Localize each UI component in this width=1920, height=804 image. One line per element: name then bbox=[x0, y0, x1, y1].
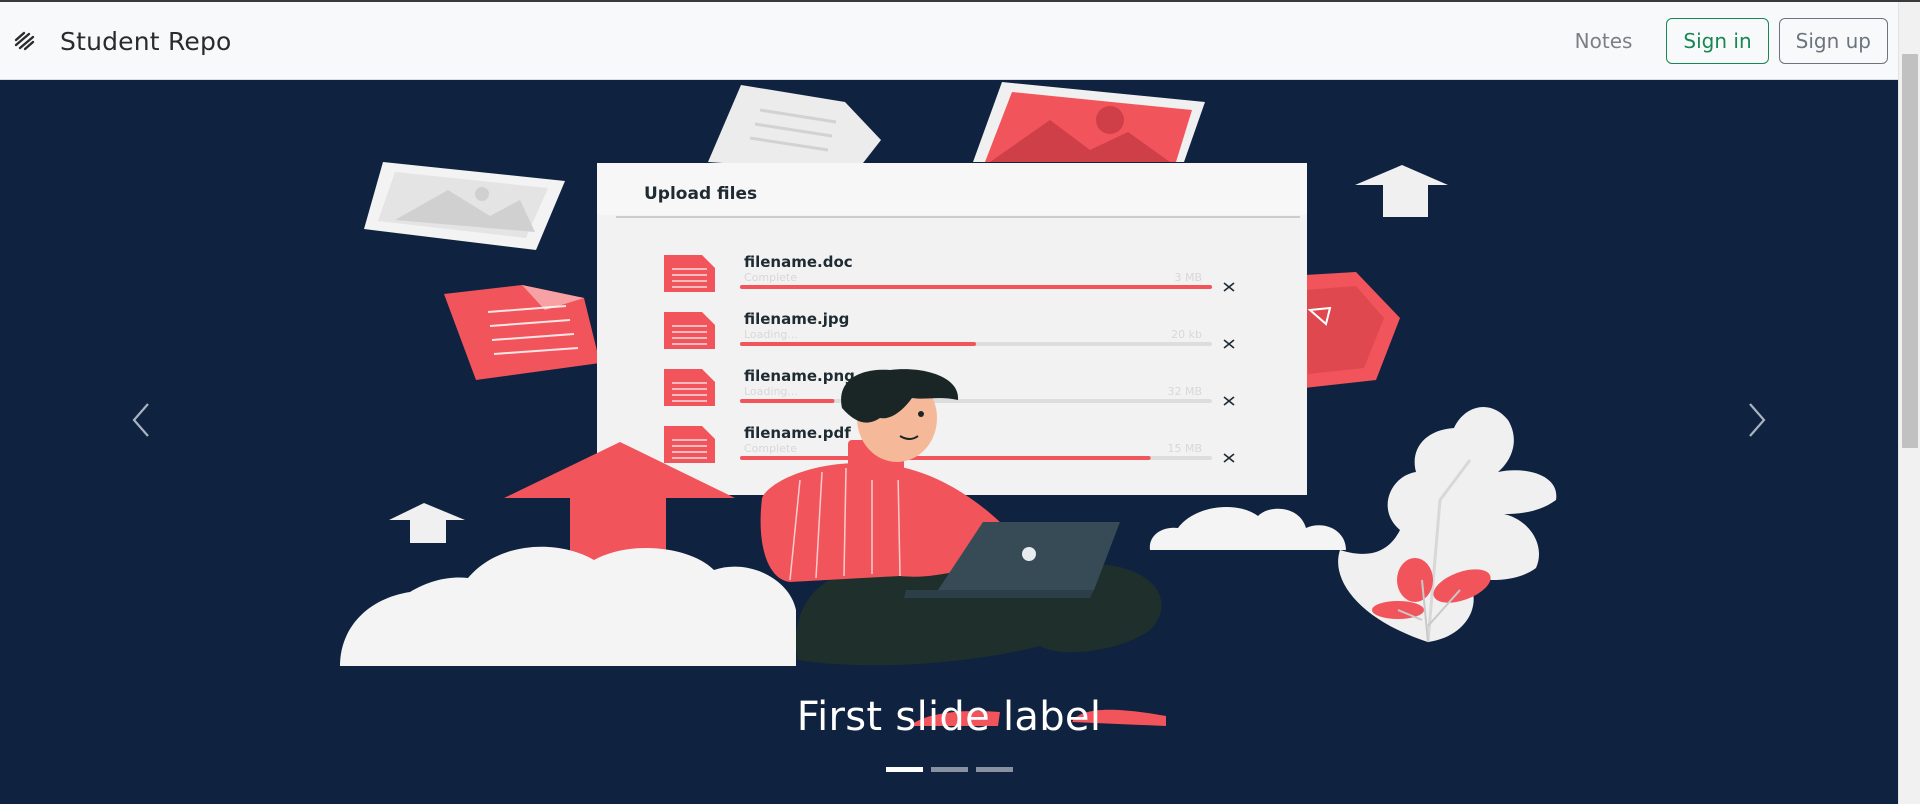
file-name: filename.doc bbox=[744, 253, 853, 271]
progress-fill bbox=[740, 456, 1151, 460]
chevron-left-icon bbox=[132, 403, 149, 437]
file-status: Complete bbox=[744, 271, 797, 284]
file-status: Loading... bbox=[744, 385, 798, 398]
document-card-red-left bbox=[444, 285, 600, 380]
progress-fill bbox=[740, 399, 835, 403]
top-navbar: Student Repo Notes Sign in Sign up bbox=[0, 2, 1898, 80]
document-card-top bbox=[708, 85, 881, 172]
file-size: 20 kb bbox=[1171, 328, 1202, 341]
photo-card-left bbox=[364, 162, 565, 250]
carousel-indicator[interactable] bbox=[931, 767, 968, 772]
arrow-up-icon-small bbox=[389, 503, 465, 543]
brand-name: Student Repo bbox=[60, 26, 232, 56]
leaf-plant bbox=[1338, 406, 1557, 643]
scrollbar-thumb[interactable] bbox=[1902, 54, 1918, 448]
progress-fill bbox=[740, 285, 1212, 289]
carousel-prev-button[interactable] bbox=[122, 400, 162, 440]
cloud-right bbox=[1149, 506, 1346, 550]
page-scrollbar[interactable] bbox=[1898, 2, 1920, 804]
sign-up-button[interactable]: Sign up bbox=[1778, 18, 1888, 64]
photo-card-red bbox=[973, 82, 1205, 162]
file-size: 15 MB bbox=[1167, 442, 1202, 455]
slide-caption: First slide label bbox=[796, 694, 1102, 740]
file-name: filename.jpg bbox=[744, 310, 849, 328]
sign-in-button[interactable]: Sign in bbox=[1666, 18, 1769, 64]
nav-link-notes[interactable]: Notes bbox=[1575, 29, 1633, 53]
file-name: filename.pdf bbox=[744, 424, 851, 442]
file-name: filename.png bbox=[744, 367, 855, 385]
brand[interactable]: Student Repo bbox=[12, 2, 232, 80]
hero-carousel: Upload files filename.doc Complete 3 MB fil… bbox=[0, 80, 1898, 804]
file-size: 32 MB bbox=[1167, 385, 1202, 398]
progress-fill bbox=[740, 342, 976, 346]
nav-actions: Notes Sign in Sign up bbox=[1575, 2, 1888, 80]
file-status: Loading... bbox=[744, 328, 798, 341]
file-size: 3 MB bbox=[1174, 271, 1202, 284]
upload-panel-title: Upload files bbox=[644, 184, 757, 204]
carousel-indicator[interactable] bbox=[976, 767, 1013, 772]
carousel-indicator[interactable] bbox=[886, 767, 923, 772]
carousel-indicators bbox=[886, 767, 1021, 772]
chevron-right-icon bbox=[1749, 403, 1766, 437]
arrow-up-icon-right bbox=[1355, 165, 1448, 217]
cloud-left bbox=[340, 546, 796, 666]
file-status: Complete bbox=[744, 442, 797, 455]
carousel-next-button[interactable] bbox=[1736, 400, 1776, 440]
stripes-logo-icon bbox=[12, 26, 42, 56]
upload-panel: Upload files filename.docComplete 3 MBfil… bbox=[597, 163, 1307, 495]
